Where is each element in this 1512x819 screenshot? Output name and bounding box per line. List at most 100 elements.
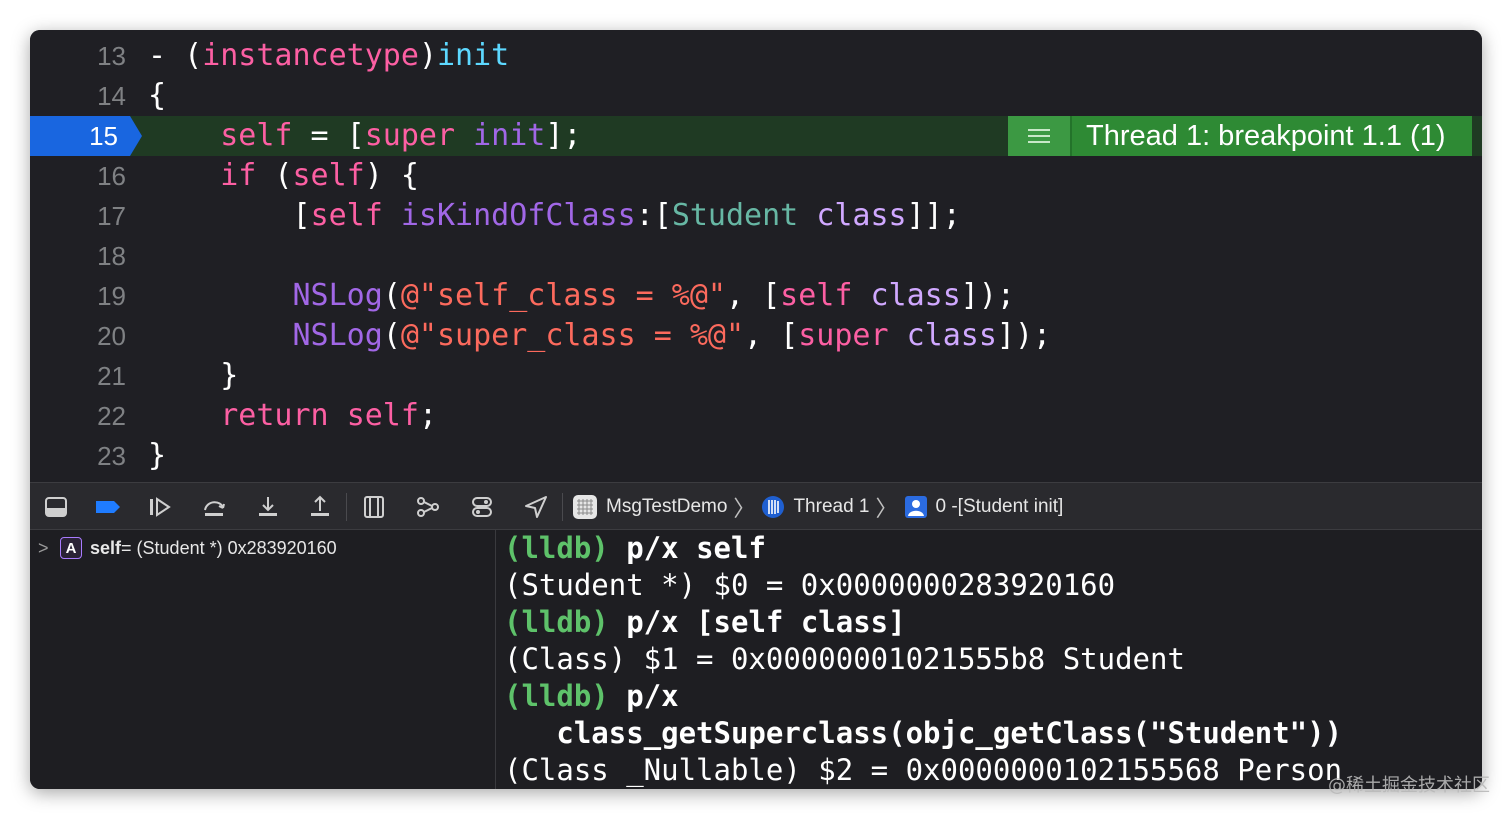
- lldb-output: (Class _Nullable) $2 = 0x000000010215556…: [504, 753, 1343, 787]
- line-number[interactable]: 13: [30, 36, 126, 76]
- code-line[interactable]: 22 return self;: [30, 396, 1482, 436]
- code-token: (: [382, 318, 401, 353]
- code-text[interactable]: }: [148, 436, 166, 476]
- code-text[interactable]: [self isKindOfClass:[Student class]];: [148, 196, 960, 236]
- code-line[interactable]: 14 {: [30, 76, 1482, 116]
- disclosure-chevron-icon[interactable]: >: [38, 538, 60, 559]
- code-line[interactable]: 19 NSLog(@"self_class = %@", [self class…: [30, 276, 1482, 316]
- code-token: if: [220, 158, 257, 193]
- breadcrumb-thread[interactable]: Thread 1: [793, 496, 869, 518]
- code-token: instancetype: [202, 38, 419, 73]
- code-token: NSLog: [292, 318, 383, 353]
- code-token: ) {: [364, 158, 419, 193]
- lldb-output: (Student *) $0 = 0x0000000283920160: [504, 568, 1116, 602]
- code-token: ]);: [996, 318, 1052, 353]
- code-token: , [: [744, 318, 799, 353]
- lldb-prompt: (lldb): [504, 531, 609, 565]
- code-line[interactable]: 21 }: [30, 356, 1482, 396]
- code-text[interactable]: NSLog(@"self_class = %@", [self class]);: [148, 276, 1015, 316]
- line-number[interactable]: 23: [30, 436, 126, 476]
- step-out-icon[interactable]: [306, 493, 334, 521]
- thread-indicator-badge[interactable]: Thread 1: breakpoint 1.1 (1): [1008, 116, 1472, 156]
- code-token: return: [220, 398, 329, 433]
- step-into-icon[interactable]: [254, 493, 282, 521]
- code-token: ]);: [960, 278, 1015, 313]
- simulate-location-icon[interactable]: [522, 493, 550, 521]
- code-text[interactable]: NSLog(@"super_class = %@", [super class]…: [148, 316, 1052, 356]
- code-token: NSLog: [292, 278, 383, 313]
- lldb-console[interactable]: (lldb) p/x self (Student *) $0 = 0x000000…: [496, 530, 1482, 789]
- breadcrumb-frame[interactable]: 0 -[Student init]: [936, 496, 1064, 518]
- code-token: self: [220, 118, 293, 153]
- console-command-line: (lldb) p/x self: [504, 530, 766, 567]
- code-line[interactable]: 20 NSLog(@"super_class = %@", [super cla…: [30, 316, 1482, 356]
- hamburger-icon[interactable]: [1008, 116, 1072, 156]
- continue-icon[interactable]: [146, 493, 174, 521]
- variable-value: = (Student *) 0x283920160: [121, 537, 337, 558]
- code-line[interactable]: 18: [30, 236, 1482, 276]
- memory-graph-icon[interactable]: [414, 493, 442, 521]
- code-token: Student: [671, 198, 799, 233]
- line-number[interactable]: 17: [30, 196, 126, 236]
- code-token: self: [310, 198, 383, 233]
- source-editor[interactable]: 13 - (instancetype)init 14 {15 self = [supe…: [30, 30, 1482, 482]
- breadcrumb-app[interactable]: MsgTestDemo: [606, 496, 727, 518]
- line-number[interactable]: 15: [30, 116, 118, 156]
- code-text[interactable]: - (instancetype)init: [148, 36, 509, 76]
- line-number[interactable]: 19: [30, 276, 126, 316]
- code-line[interactable]: 15 self = [super init]; Thread 1: breakpo…: [30, 116, 1482, 156]
- environment-overrides-icon[interactable]: [468, 493, 496, 521]
- code-token: {: [148, 78, 167, 113]
- code-token: class: [816, 198, 907, 233]
- code-token: init: [473, 118, 546, 153]
- stack-frame-icon: [904, 496, 927, 518]
- step-over-icon[interactable]: [200, 493, 228, 521]
- code-token: = [: [292, 118, 365, 153]
- code-text[interactable]: }: [148, 356, 238, 396]
- watermark: @稀土掘金技术社区: [1328, 775, 1490, 796]
- code-token: class: [870, 278, 961, 313]
- code-text[interactable]: self = [super init];: [148, 116, 582, 156]
- view-hierarchy-icon[interactable]: [360, 493, 388, 521]
- code-token: ): [418, 38, 437, 73]
- hide-debug-area-icon[interactable]: [42, 493, 70, 521]
- line-number[interactable]: 16: [30, 156, 126, 196]
- code-token: (: [382, 278, 401, 313]
- code-token: ];: [545, 118, 582, 153]
- code-token: [: [148, 198, 311, 233]
- lldb-command: p/x self: [608, 531, 766, 565]
- code-token: self: [780, 278, 853, 313]
- code-line[interactable]: 17 [self isKindOfClass:[Student class]];: [30, 196, 1482, 236]
- code-text[interactable]: {: [148, 76, 166, 116]
- line-number[interactable]: 20: [30, 316, 126, 356]
- code-token: }: [148, 358, 239, 393]
- lldb-command: p/x [self class]: [608, 605, 906, 639]
- variable-row[interactable]: > A self = (Student *) 0x283920160: [38, 534, 337, 562]
- line-number[interactable]: 21: [30, 356, 126, 396]
- console-output-line: class_getSuperclass(objc_getClass("Stude…: [504, 715, 1342, 752]
- thread-icon: [762, 496, 785, 518]
- breakpoints-toggle-icon[interactable]: [94, 493, 122, 521]
- code-line[interactable]: 16 if (self) {: [30, 156, 1482, 196]
- line-number[interactable]: 14: [30, 76, 126, 116]
- code-line[interactable]: 23}: [30, 436, 1482, 476]
- code-line[interactable]: 13 - (instancetype)init: [30, 36, 1482, 76]
- line-number[interactable]: 18: [30, 236, 126, 276]
- code-text[interactable]: return self;: [148, 396, 437, 436]
- code-token: isKindOfClass: [400, 198, 636, 233]
- code-token: super: [364, 118, 456, 153]
- code-token: :[: [635, 198, 672, 233]
- app-icon: [573, 495, 597, 519]
- code-text[interactable]: if (self) {: [148, 156, 419, 196]
- line-number[interactable]: 22: [30, 396, 126, 436]
- chevron-right-icon: 〉: [875, 496, 898, 521]
- variable-type-badge: A: [60, 537, 82, 559]
- console-output-line: (Class _Nullable) $2 = 0x000000010215556…: [504, 752, 1342, 789]
